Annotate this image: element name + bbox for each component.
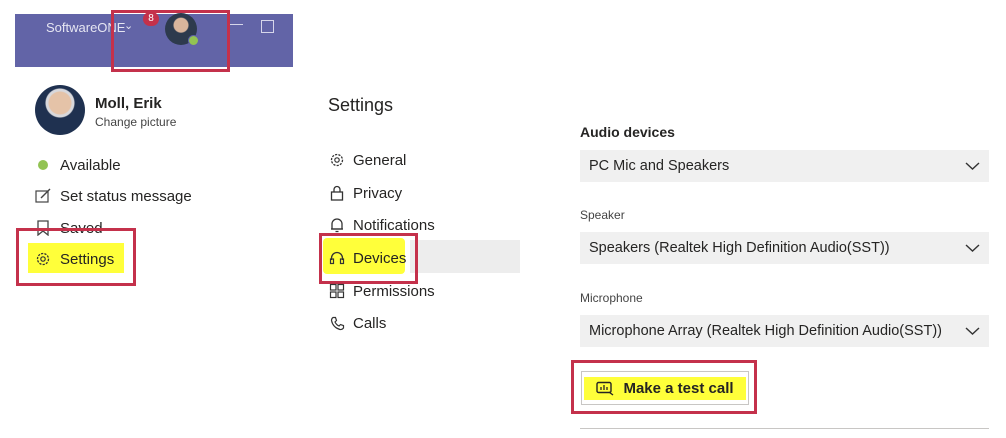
nav-selected-background xyxy=(410,240,520,273)
chevron-down-icon xyxy=(965,162,980,170)
nav-general-label: General xyxy=(353,151,407,169)
change-picture-link[interactable]: Change picture xyxy=(95,115,176,129)
phone-icon xyxy=(328,316,346,331)
microphone-label: Microphone xyxy=(580,291,643,305)
minimize-icon[interactable] xyxy=(229,24,243,25)
speaker-label: Speaker xyxy=(580,208,625,222)
menu-set-status[interactable]: Set status message xyxy=(34,186,192,206)
gear-icon xyxy=(328,152,346,168)
annotation-box-settings xyxy=(16,228,136,286)
nav-notifications-label: Notifications xyxy=(353,216,435,234)
nav-permissions-label: Permissions xyxy=(353,282,435,300)
settings-title: Settings xyxy=(328,95,394,115)
microphone-value: Microphone Array (Realtek High Definitio… xyxy=(589,323,942,339)
nav-permissions[interactable]: Permissions xyxy=(328,281,435,301)
nav-calls-label: Calls xyxy=(353,314,387,332)
chevron-down-icon xyxy=(965,327,980,335)
audio-devices-title: Audio devices xyxy=(580,124,675,140)
chevron-down-icon xyxy=(965,244,980,252)
apps-icon xyxy=(328,283,346,299)
avatar[interactable] xyxy=(35,85,85,135)
microphone-select[interactable]: Microphone Array (Realtek High Definitio… xyxy=(580,315,989,347)
nav-general[interactable]: General xyxy=(328,150,406,170)
annotation-box-devices xyxy=(319,233,418,284)
nav-notifications[interactable]: Notifications xyxy=(328,215,435,235)
profile-name: Moll, Erik xyxy=(95,95,162,112)
nav-privacy[interactable]: Privacy xyxy=(328,183,402,203)
menu-available[interactable]: Available xyxy=(34,155,121,175)
edit-status-icon xyxy=(34,188,52,204)
nav-calls[interactable]: Calls xyxy=(328,313,386,333)
available-status-icon xyxy=(34,160,52,170)
annotation-box-test-call xyxy=(571,360,757,414)
audio-device-select[interactable]: PC Mic and Speakers xyxy=(580,150,989,182)
menu-available-label: Available xyxy=(60,156,121,174)
maximize-icon[interactable] xyxy=(261,20,274,33)
menu-set-status-label: Set status message xyxy=(60,187,192,205)
speaker-value: Speakers (Realtek High Definition Audio(… xyxy=(589,240,890,256)
bell-icon xyxy=(328,217,346,233)
lock-icon xyxy=(328,185,346,201)
annotation-box-avatar xyxy=(111,10,230,72)
speaker-select[interactable]: Speakers (Realtek High Definition Audio(… xyxy=(580,232,989,264)
audio-device-value: PC Mic and Speakers xyxy=(589,158,730,174)
nav-privacy-label: Privacy xyxy=(353,184,403,202)
divider xyxy=(580,428,989,429)
